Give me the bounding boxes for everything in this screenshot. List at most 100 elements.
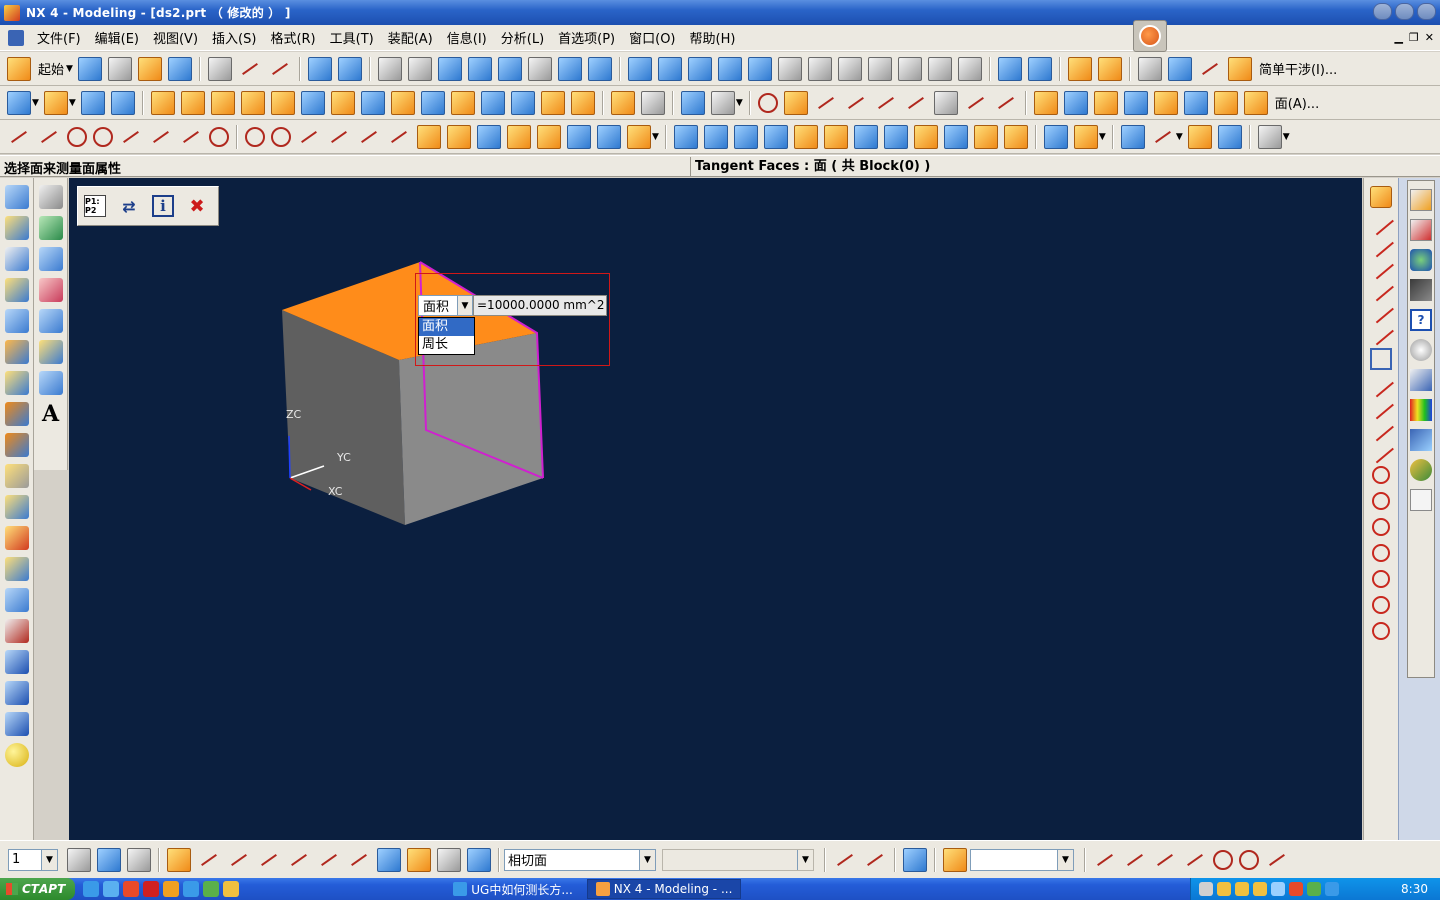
text-icon[interactable]: A [39, 402, 63, 426]
pocket-icon[interactable] [390, 90, 415, 115]
extract-curve-icon[interactable] [417, 124, 441, 149]
p1p2-icon[interactable]: P1: P2 [84, 195, 106, 217]
shell-pink-icon[interactable] [38, 278, 63, 302]
through-curves-icon[interactable] [733, 124, 758, 149]
through-mesh-icon[interactable] [763, 124, 788, 149]
offset-in-face-icon[interactable] [387, 125, 411, 149]
extra-combo[interactable]: ▼ [970, 848, 1074, 871]
chevron-down-icon[interactable]: ▼ [736, 98, 743, 108]
chevron-down-icon[interactable]: ▼ [41, 849, 57, 870]
clip-icon[interactable] [1227, 56, 1252, 81]
task-nx[interactable]: NX 4 - Modeling - ... [586, 879, 742, 899]
chain-icon[interactable] [1370, 186, 1392, 208]
zoom-icon[interactable] [467, 56, 492, 81]
snap-point-icon[interactable] [167, 847, 191, 872]
curve-snap-icon[interactable] [1153, 848, 1177, 872]
circle-icon[interactable] [67, 126, 87, 147]
assembly-navigator-icon[interactable] [1410, 189, 1432, 211]
wcs-icon[interactable] [557, 56, 582, 81]
pad-icon[interactable] [420, 90, 445, 115]
circle-diameter-icon[interactable] [1372, 596, 1390, 614]
chevron-down-icon[interactable]: ▼ [66, 64, 73, 74]
wrap-curve-icon[interactable] [567, 124, 591, 149]
link-icon[interactable] [1368, 320, 1394, 346]
right-view-icon[interactable] [837, 56, 862, 81]
slot-icon[interactable] [450, 90, 475, 115]
users-icon[interactable] [1410, 459, 1432, 481]
comb-icon[interactable] [1151, 125, 1175, 149]
wrap-icon[interactable] [1183, 90, 1208, 115]
sketch-icon[interactable] [7, 90, 31, 115]
update-icon[interactable] [1325, 882, 1339, 896]
divide-curve-icon[interactable] [844, 91, 868, 115]
hidden-edges-icon[interactable] [717, 56, 742, 81]
quicklaunch-app-icon[interactable] [123, 881, 140, 897]
measure-distance-icon[interactable] [1067, 56, 1092, 81]
info-icon[interactable]: i [152, 195, 174, 217]
close-window-button[interactable] [1417, 3, 1436, 20]
arc-icon[interactable] [37, 125, 61, 149]
control-point-icon[interactable] [257, 848, 281, 872]
palette-icon[interactable] [1410, 399, 1432, 421]
view-orient-icon[interactable] [587, 56, 612, 81]
trimmed-sheet-icon[interactable] [1003, 124, 1028, 149]
history-icon[interactable] [1410, 339, 1432, 361]
offset-surface-icon[interactable] [943, 124, 968, 149]
law-curve-icon[interactable] [327, 125, 351, 149]
split-body-icon[interactable] [783, 90, 808, 115]
cylinder-blue-icon[interactable] [4, 681, 29, 705]
chevron-down-icon[interactable]: ▼ [32, 98, 39, 108]
selection-intent-combo[interactable]: 相切面 ▼ [504, 848, 656, 871]
start-button[interactable]: СТАРТ [0, 878, 76, 900]
copy-icon[interactable] [207, 56, 232, 81]
reflection-icon[interactable] [1187, 124, 1212, 149]
volume-icon[interactable] [1271, 882, 1285, 896]
unite-icon[interactable] [540, 90, 565, 115]
cube-icon[interactable] [4, 557, 29, 581]
chevron-down-icon[interactable]: ▼ [1057, 849, 1073, 870]
shaded-icon[interactable] [627, 56, 652, 81]
training-icon[interactable] [1410, 279, 1432, 301]
hole-icon[interactable] [330, 90, 355, 115]
scale-icon[interactable] [640, 90, 665, 115]
edge-blend-icon[interactable] [180, 90, 205, 115]
wrench-icon[interactable] [38, 340, 63, 364]
combined-curve-icon[interactable] [537, 124, 561, 149]
back-view-icon[interactable] [927, 56, 952, 81]
wave-icon[interactable] [1167, 56, 1192, 81]
groove-icon[interactable] [480, 90, 505, 115]
point-constructor-icon[interactable] [943, 847, 967, 872]
cone-icon[interactable] [4, 712, 29, 736]
left-view-icon[interactable] [867, 56, 892, 81]
chevron-down-icon[interactable]: ▼ [1283, 132, 1290, 142]
circle-3pt-icon[interactable] [1372, 492, 1390, 510]
open-folder-icon[interactable] [137, 56, 162, 81]
section-icon[interactable] [957, 56, 982, 81]
cube-model[interactable] [69, 178, 1362, 840]
line-tool-icon[interactable] [1368, 210, 1394, 236]
frame-icon[interactable] [1370, 348, 1392, 370]
circle-center-icon[interactable] [1372, 466, 1390, 484]
menu-format[interactable]: 格式(R) [263, 28, 322, 47]
replace-face-icon[interactable] [1153, 90, 1178, 115]
parallel-line-icon[interactable] [1368, 254, 1394, 280]
point-on-face-icon[interactable] [467, 847, 491, 872]
angle-line-icon[interactable] [1368, 232, 1394, 258]
studio-icon[interactable] [913, 124, 938, 149]
zoom-window-icon[interactable] [437, 56, 462, 81]
corner-icon[interactable] [904, 91, 928, 115]
center-snap-icon[interactable] [1213, 849, 1233, 870]
help-icon[interactable]: ? [1410, 309, 1432, 331]
qq-tray-icon-3[interactable] [1253, 882, 1267, 896]
associative-measure-icon[interactable]: ⇄ [116, 193, 142, 219]
menu-edit[interactable]: 编辑(E) [88, 28, 146, 47]
cylinder-icon[interactable] [4, 216, 29, 240]
bottom-view-icon[interactable] [897, 56, 922, 81]
curve-fillet-icon[interactable] [874, 91, 898, 115]
quicklaunch-browser-icon[interactable] [183, 881, 200, 897]
option-perimeter[interactable]: 周长 [419, 336, 474, 354]
part-navigator-icon[interactable] [1410, 219, 1432, 241]
extension-icon[interactable] [973, 124, 998, 149]
delete-icon[interactable] [238, 57, 262, 81]
blend-icon[interactable] [4, 247, 29, 271]
